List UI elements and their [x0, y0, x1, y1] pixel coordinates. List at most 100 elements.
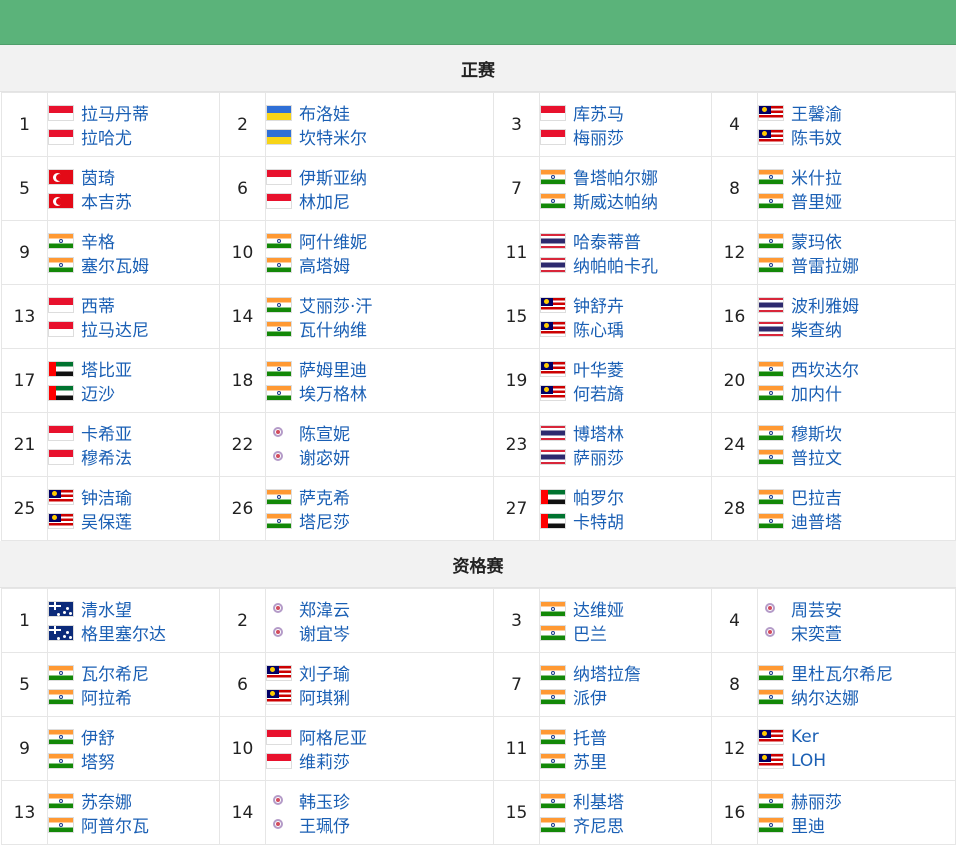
player-name-link[interactable]: 谢宓妍 [299, 444, 350, 469]
player-name-link[interactable]: 纳塔拉詹 [573, 660, 641, 685]
tpe-flag-icon [266, 793, 292, 809]
player-name-link[interactable]: 辛格 [81, 228, 115, 253]
id-flag-icon [48, 424, 74, 441]
player: 里迪 [758, 813, 955, 837]
player-name-link[interactable]: 何若旖 [573, 380, 624, 405]
player-name-link[interactable]: 阿普尔瓦 [81, 812, 149, 837]
player-name-link[interactable]: 塔尼莎 [299, 508, 350, 533]
player-name-link[interactable]: 哈泰蒂普 [573, 228, 641, 253]
player-name-link[interactable]: 托普 [573, 724, 607, 749]
player-name-link[interactable]: 伊舒 [81, 724, 115, 749]
player-name-link[interactable]: 王珮伃 [299, 812, 350, 837]
player-name-link[interactable]: 伊斯亚纳 [299, 164, 367, 189]
in-flag-icon [540, 688, 566, 705]
player-name-link[interactable]: 普拉文 [791, 444, 842, 469]
player-name-link[interactable]: 柴查纳 [791, 316, 842, 341]
player-name-link[interactable]: 纳尔达娜 [791, 684, 859, 709]
player-name-link[interactable]: 塔比亚 [81, 356, 132, 381]
player-name-link[interactable]: 鲁塔帕尔娜 [573, 164, 658, 189]
player-name-link[interactable]: 拉马丹蒂 [81, 100, 149, 125]
player-name-link[interactable]: 拉哈尤 [81, 124, 132, 149]
player-name-link[interactable]: 萨克希 [299, 484, 350, 509]
player-name-link[interactable]: 塞尔瓦姆 [81, 252, 149, 277]
player-name-link[interactable]: 里杜瓦尔希尼 [791, 660, 893, 685]
player-name-link[interactable]: 米什拉 [791, 164, 842, 189]
player-name-link[interactable]: LOH [791, 751, 826, 771]
player-name-link[interactable]: 王馨渝 [791, 100, 842, 125]
player-name-link[interactable]: 瓦什纳维 [299, 316, 367, 341]
player-name-link[interactable]: 博塔林 [573, 420, 624, 445]
player-name-link[interactable]: 穆斯坎 [791, 420, 842, 445]
player-name-link[interactable]: 西蒂 [81, 292, 115, 317]
player-name-link[interactable]: 高塔姆 [299, 252, 350, 277]
tpe-flag-icon [758, 601, 784, 617]
in-flag-icon [540, 728, 566, 745]
player-name-link[interactable]: 西坎达尔 [791, 356, 859, 381]
player-name-link[interactable]: 波利雅姆 [791, 292, 859, 317]
in-flag-icon [758, 688, 784, 705]
player-name-link[interactable]: 阿拉希 [81, 684, 132, 709]
player-name-link[interactable]: 梅丽莎 [573, 124, 624, 149]
player-name-link[interactable]: 周芸安 [791, 596, 842, 621]
player-name-link[interactable]: 本吉苏 [81, 188, 132, 213]
player-name-link[interactable]: 赫丽莎 [791, 788, 842, 813]
player-name-link[interactable]: 清水望 [81, 596, 132, 621]
player-name-link[interactable]: 萨丽莎 [573, 444, 624, 469]
player-name-link[interactable]: 韩玉珍 [299, 788, 350, 813]
player-name-link[interactable]: 斯威达帕纳 [573, 188, 658, 213]
player-name-link[interactable]: 卡希亚 [81, 420, 132, 445]
player-name-link[interactable]: 帕罗尔 [573, 484, 624, 509]
player-name-link[interactable]: 陈宣妮 [299, 420, 350, 445]
player-name-link[interactable]: 利基塔 [573, 788, 624, 813]
player-name-link[interactable]: 巴拉吉 [791, 484, 842, 509]
player-name-link[interactable]: 萨姆里迪 [299, 356, 367, 381]
table-row: 5 瓦尔希尼 阿拉希 6 刘子瑜 阿琪猁 7 纳塔拉詹 派伊 8 里杜瓦尔希尼 纳尔达娜 [1, 652, 956, 717]
in-flag-icon [266, 384, 292, 401]
player-name-link[interactable]: 维莉莎 [299, 748, 350, 773]
player-name-link[interactable]: 叶华菱 [573, 356, 624, 381]
player-name-link[interactable]: 苏里 [573, 748, 607, 773]
player: 迪普塔 [758, 509, 955, 533]
player-name-link[interactable]: 卡特胡 [573, 508, 624, 533]
player-name-link[interactable]: 苏奈娜 [81, 788, 132, 813]
player-name-link[interactable]: 吴保莲 [81, 508, 132, 533]
player-name-link[interactable]: 郑湋云 [299, 596, 350, 621]
player-name-link[interactable]: 刘子瑜 [299, 660, 350, 685]
player-name-link[interactable]: 艾丽莎·汗 [299, 292, 372, 317]
player-name-link[interactable]: 普雷拉娜 [791, 252, 859, 277]
player-name-link[interactable]: 穆希法 [81, 444, 132, 469]
player-name-link[interactable]: 拉马达尼 [81, 316, 149, 341]
player-name-link[interactable]: 钟洁瑜 [81, 484, 132, 509]
player-name-link[interactable]: 里迪 [791, 812, 825, 837]
player-name-link[interactable]: 茵琦 [81, 164, 115, 189]
player-name-link[interactable]: 埃万格林 [299, 380, 367, 405]
player-name-link[interactable]: 迈沙 [81, 380, 115, 405]
player-name-link[interactable]: 塔努 [81, 748, 115, 773]
player-name-link[interactable]: 格里塞尔达 [81, 620, 166, 645]
player-name-link[interactable]: 宋奕萱 [791, 620, 842, 645]
player-name-link[interactable]: 迪普塔 [791, 508, 842, 533]
player-name-link[interactable]: 加内什 [791, 380, 842, 405]
player: 拉哈尤 [48, 125, 219, 149]
player-name-link[interactable]: Ker [791, 727, 819, 747]
player-name-link[interactable]: 瓦尔希尼 [81, 660, 149, 685]
player-name-link[interactable]: 陈韦妏 [791, 124, 842, 149]
player-name-link[interactable]: 谢宜岑 [299, 620, 350, 645]
player-name-link[interactable]: 纳帕帕卡孔 [573, 252, 658, 277]
player-name-link[interactable]: 库苏马 [573, 100, 624, 125]
player-name-link[interactable]: 陈心瑀 [573, 316, 624, 341]
player-name-link[interactable]: 普里娅 [791, 188, 842, 213]
player-name-link[interactable]: 巴兰 [573, 620, 607, 645]
player-name-link[interactable]: 坎特米尔 [299, 124, 367, 149]
player-name-link[interactable]: 派伊 [573, 684, 607, 709]
player-name-link[interactable]: 阿格尼亚 [299, 724, 367, 749]
player-name-link[interactable]: 林加尼 [299, 188, 350, 213]
tpe-flag-icon [266, 425, 292, 441]
player-name-link[interactable]: 钟舒卉 [573, 292, 624, 317]
player-name-link[interactable]: 齐尼思 [573, 812, 624, 837]
player-name-link[interactable]: 阿什维妮 [299, 228, 367, 253]
player-name-link[interactable]: 蒙玛依 [791, 228, 842, 253]
player-name-link[interactable]: 达维娅 [573, 596, 624, 621]
player-name-link[interactable]: 阿琪猁 [299, 684, 350, 709]
player-name-link[interactable]: 布洛娃 [299, 100, 350, 125]
